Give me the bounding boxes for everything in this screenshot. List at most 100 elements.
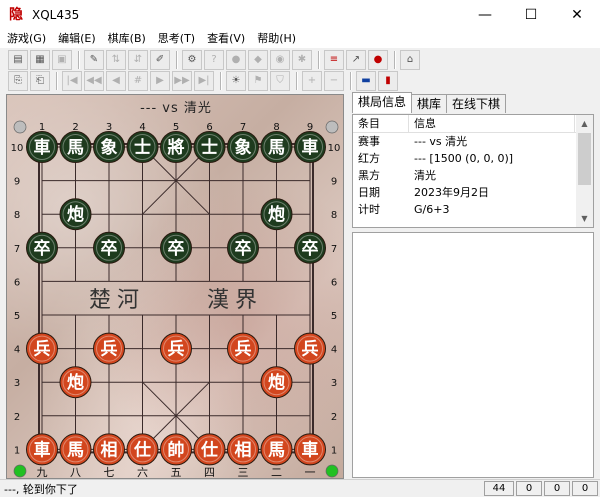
red-piece[interactable]: 馬 <box>59 433 92 466</box>
black-piece[interactable]: 馬 <box>260 131 293 163</box>
swap-icon[interactable]: ⇅ <box>106 49 126 70</box>
chart-icon[interactable]: ↗ <box>346 49 366 70</box>
main-toolbar: ▤ ▦ ▣ ✎ ⇅ ⇵ ✐ ⚙ ? ● ◆ ◉ ✱ ≡ ↗ ● ⌂ <box>0 48 422 71</box>
pencil-icon[interactable]: ✎ <box>84 49 104 70</box>
tab-online[interactable]: 在线下棋 <box>446 94 507 113</box>
plus-icon[interactable]: + <box>302 70 322 91</box>
menu-help[interactable]: 帮助(H) <box>250 30 301 48</box>
stop-icon[interactable]: ● <box>226 49 246 70</box>
network-icon[interactable]: ⌂ <box>400 49 420 70</box>
black-piece[interactable]: 將 <box>160 131 192 163</box>
first-move-icon[interactable]: |◀ <box>62 70 82 91</box>
goto-move-icon[interactable]: # <box>128 70 148 91</box>
black-piece[interactable]: 士 <box>126 131 159 163</box>
file-label-bottom: 五 <box>171 466 182 479</box>
black-piece[interactable]: 卒 <box>160 231 192 264</box>
flag-icon[interactable]: ⚑ <box>248 70 268 91</box>
red-piece[interactable]: 相 <box>227 433 259 466</box>
black-piece[interactable]: 炮 <box>260 198 293 231</box>
back-icon[interactable]: ◀ <box>106 70 126 91</box>
board-grid[interactable]: 楚河 漢界1 2 3 4 5 6 7 8 9九八七六五四三二一10 109 98 87 76 65 54 43 3… <box>7 95 344 479</box>
menu-library[interactable]: 棋库(B) <box>101 30 151 48</box>
open-file-icon[interactable]: ▦ <box>30 49 50 70</box>
column-header-item[interactable]: 条目 <box>353 115 409 132</box>
pieces-icon[interactable]: ● <box>368 49 388 70</box>
tab-game-info[interactable]: 棋局信息 <box>352 92 413 113</box>
scroll-up-icon[interactable]: ▲ <box>576 115 593 132</box>
red-piece[interactable]: 兵 <box>93 332 125 365</box>
paste-icon[interactable]: ⎗ <box>30 70 50 91</box>
table-row[interactable]: 赛事 --- vs 清光 <box>353 133 593 150</box>
move-list-panel[interactable] <box>352 232 594 478</box>
close-button[interactable]: ✕ <box>554 0 600 30</box>
forward-many-icon[interactable]: ▶▶ <box>172 70 192 91</box>
piece-label: 馬 <box>67 138 84 158</box>
piece-label: 士 <box>134 137 151 158</box>
scroll-thumb[interactable] <box>578 133 591 185</box>
red-piece[interactable]: 帥 <box>160 433 192 466</box>
diamond-icon[interactable]: ◆ <box>248 49 268 70</box>
file-label-bottom: 二 <box>271 466 282 479</box>
new-game-icon[interactable]: ▤ <box>8 49 28 70</box>
red-piece[interactable]: 車 <box>294 433 326 466</box>
red-piece[interactable]: 炮 <box>260 366 293 399</box>
chess-board[interactable]: --- vs 清光 楚河 漢界 1 2 3 4 5 6 7 8 9 九八七六五四三二一 10 10 9 9 8 8… <box>6 94 344 479</box>
copy-icon[interactable]: ⎘ <box>8 70 28 91</box>
black-piece[interactable]: 卒 <box>227 231 259 264</box>
lightbulb-icon[interactable]: ☀ <box>226 70 246 91</box>
forward-icon[interactable]: ▶ <box>150 70 170 91</box>
edit-board-icon[interactable]: ✐ <box>150 49 170 70</box>
tab-library[interactable]: 棋库 <box>411 94 448 113</box>
red-piece[interactable]: 兵 <box>160 332 192 365</box>
eye-icon[interactable]: ◉ <box>270 49 290 70</box>
black-piece[interactable]: 卒 <box>93 231 125 264</box>
scroll-down-icon[interactable]: ▼ <box>576 210 593 227</box>
status-bar: ---, 轮到你下了 44 0 0 0 <box>0 479 600 497</box>
back-many-icon[interactable]: ◀◀ <box>84 70 104 91</box>
hint-icon[interactable]: ⚙ <box>182 49 202 70</box>
flip-icon[interactable]: ⇵ <box>128 49 148 70</box>
piece-label: 炮 <box>67 204 84 225</box>
black-piece[interactable]: 車 <box>26 131 58 163</box>
black-piece[interactable]: 士 <box>193 131 226 163</box>
table-row[interactable]: 红方 --- [1500 (0, 0, 0)] <box>353 150 593 167</box>
corner-indicator <box>13 120 27 134</box>
column-header-info[interactable]: 信息 <box>409 115 575 132</box>
red-piece[interactable]: 仕 <box>126 433 159 466</box>
menu-think[interactable]: 思考(T) <box>151 30 200 48</box>
black-piece[interactable]: 馬 <box>59 131 92 163</box>
black-piece[interactable]: 卒 <box>26 231 58 264</box>
minus-icon[interactable]: − <box>324 70 344 91</box>
table-row[interactable]: 计时 G/6+3 <box>353 201 593 218</box>
menu-edit[interactable]: 编辑(E) <box>51 30 101 48</box>
table-row[interactable]: 黑方 清光 <box>353 167 593 184</box>
menu-view[interactable]: 查看(V) <box>200 30 250 48</box>
black-piece[interactable]: 象 <box>93 131 125 163</box>
move-list-icon[interactable]: ≡ <box>324 49 344 70</box>
red-piece[interactable]: 馬 <box>260 433 293 466</box>
red-piece[interactable]: 兵 <box>294 332 326 365</box>
shield-icon[interactable]: ⛉ <box>270 70 290 91</box>
black-side-icon[interactable]: ▮ <box>378 70 398 91</box>
red-piece[interactable]: 車 <box>26 433 58 466</box>
red-piece[interactable]: 相 <box>93 433 125 466</box>
rank-label-left: 10 <box>11 143 24 154</box>
red-side-icon[interactable]: ▬ <box>356 70 376 91</box>
menu-game[interactable]: 游戏(G) <box>0 30 51 48</box>
black-piece[interactable]: 卒 <box>294 231 326 264</box>
black-piece[interactable]: 車 <box>294 131 326 163</box>
minimize-button[interactable]: — <box>462 0 508 30</box>
red-piece[interactable]: 仕 <box>193 433 226 466</box>
save-file-icon[interactable]: ▣ <box>52 49 72 70</box>
settings-icon[interactable]: ✱ <box>292 49 312 70</box>
who-icon[interactable]: ? <box>204 49 224 70</box>
table-row[interactable]: 日期 2023年9月2日 <box>353 184 593 201</box>
black-piece[interactable]: 炮 <box>59 198 92 231</box>
info-scrollbar[interactable]: ▲ ▼ <box>576 115 593 227</box>
red-piece[interactable]: 炮 <box>59 366 92 399</box>
red-piece[interactable]: 兵 <box>26 332 58 365</box>
last-move-icon[interactable]: ▶| <box>194 70 214 91</box>
red-piece[interactable]: 兵 <box>227 332 259 365</box>
black-piece[interactable]: 象 <box>227 131 259 163</box>
maximize-button[interactable]: ☐ <box>508 0 554 30</box>
